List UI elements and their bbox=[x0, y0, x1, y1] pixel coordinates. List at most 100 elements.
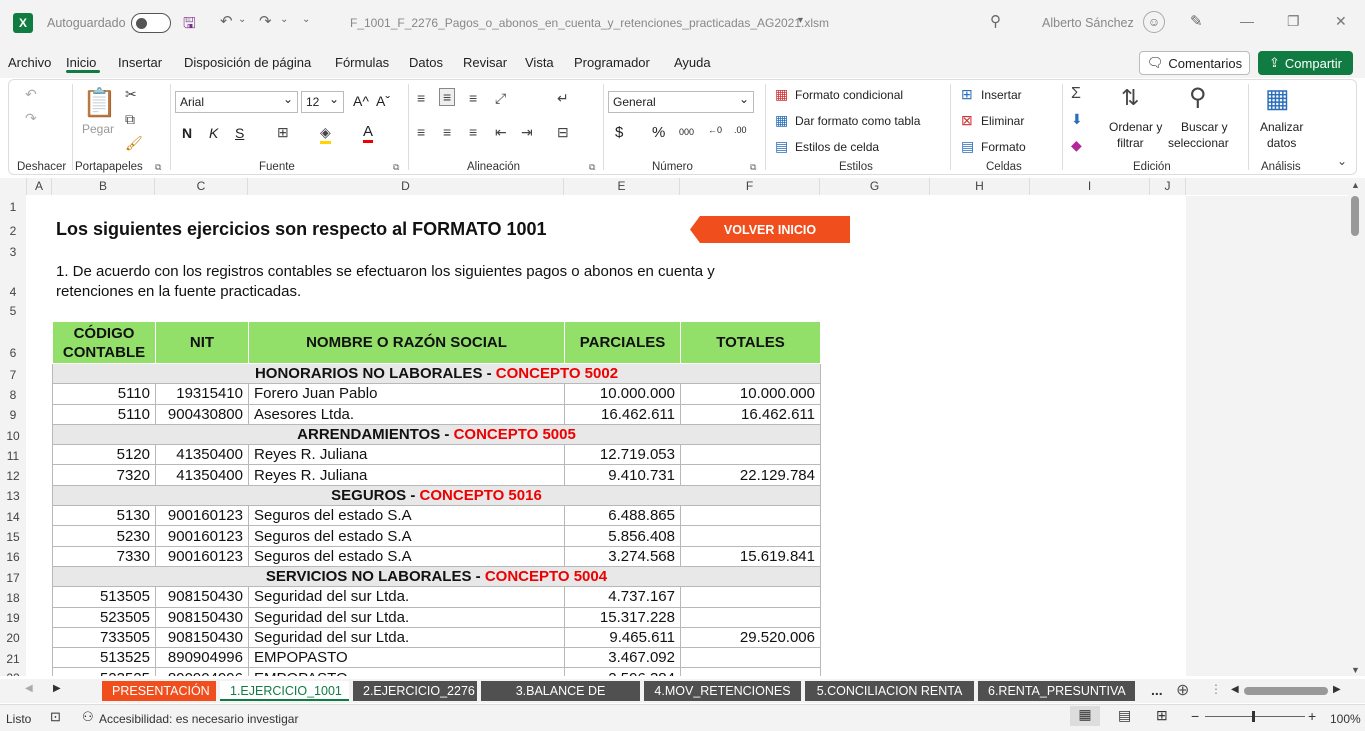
cell-total[interactable] bbox=[680, 606, 821, 628]
row-header[interactable]: 15 bbox=[0, 530, 26, 544]
menu-revisar[interactable]: Revisar bbox=[463, 55, 507, 70]
autosave-toggle[interactable] bbox=[131, 13, 171, 33]
row-header[interactable]: 14 bbox=[0, 510, 26, 524]
avatar[interactable]: ☺ bbox=[1143, 11, 1165, 33]
font-name-select[interactable]: Arial bbox=[175, 91, 298, 113]
split-handle-icon[interactable]: ⋮ bbox=[1210, 682, 1222, 696]
menu-ayuda[interactable]: Ayuda bbox=[674, 55, 711, 70]
font-size-select[interactable]: 12 bbox=[301, 91, 344, 113]
cell-nombre[interactable]: Seguridad del sur Ltda. bbox=[248, 626, 565, 649]
cell-codigo[interactable]: 733505 bbox=[52, 626, 156, 649]
section-title[interactable]: SEGUROS - CONCEPTO 5016 bbox=[52, 484, 821, 507]
row-header[interactable]: 17 bbox=[0, 571, 26, 585]
row-header[interactable]: 3 bbox=[0, 245, 26, 259]
bold-button[interactable]: N bbox=[182, 125, 192, 141]
paste-label[interactable]: Pegar bbox=[82, 122, 114, 136]
tab-presentacion[interactable]: PRESENTACIÓN bbox=[102, 681, 216, 701]
sort-filter-label-2[interactable]: filtrar bbox=[1117, 136, 1144, 150]
cell-parcial[interactable]: 16.462.611 bbox=[564, 403, 681, 425]
add-sheet-icon[interactable]: ⊕ bbox=[1176, 680, 1189, 700]
cell-nit[interactable]: 890904996 bbox=[155, 667, 249, 676]
minimize-icon[interactable]: — bbox=[1240, 13, 1254, 29]
col-header-a[interactable]: A bbox=[27, 178, 52, 195]
cell-total[interactable] bbox=[680, 667, 821, 676]
cell-total[interactable] bbox=[680, 444, 821, 466]
cell-codigo[interactable]: 523505 bbox=[52, 606, 156, 628]
cell-parcial[interactable]: 5.856.408 bbox=[564, 525, 681, 547]
col-header-b[interactable]: B bbox=[52, 178, 155, 195]
user-name[interactable]: Alberto Sánchez bbox=[1042, 16, 1134, 30]
vertical-scroll-thumb[interactable] bbox=[1351, 196, 1359, 236]
prev-sheet-icon[interactable]: ◀ bbox=[25, 683, 33, 694]
cell-total[interactable] bbox=[680, 525, 821, 547]
cell-parcial[interactable]: 12.719.053 bbox=[564, 444, 681, 466]
cell-nit[interactable]: 890904996 bbox=[155, 647, 249, 669]
menu-insertar[interactable]: Insertar bbox=[118, 55, 162, 70]
analyze-data-label-1[interactable]: Analizar bbox=[1260, 120, 1303, 134]
row-header[interactable]: 4 bbox=[0, 285, 26, 299]
wrap-text-icon[interactable]: ↵ bbox=[557, 90, 569, 107]
increase-indent-icon[interactable]: ⇥ bbox=[521, 124, 533, 141]
cell-nit[interactable]: 908150430 bbox=[155, 606, 249, 628]
cell-codigo[interactable]: 7320 bbox=[52, 464, 156, 486]
page-layout-icon[interactable]: ▤ bbox=[1118, 707, 1131, 724]
decrease-decimal-icon[interactable]: .00 bbox=[734, 125, 747, 135]
cell-parcial[interactable]: 4.737.167 bbox=[564, 586, 681, 608]
filename-dropdown-icon[interactable]: ▾ bbox=[798, 15, 803, 26]
ribbon-undo-icon[interactable]: ↶ bbox=[25, 86, 37, 103]
cell-nombre[interactable]: EMPOPASTO bbox=[248, 647, 565, 669]
decrease-font-icon[interactable]: Aˇ bbox=[376, 93, 390, 109]
cell-nombre[interactable]: Reyes R. Juliana bbox=[248, 464, 565, 486]
number-format-select[interactable]: General bbox=[608, 91, 754, 113]
menu-vista[interactable]: Vista bbox=[525, 55, 554, 70]
row-header[interactable]: 16 bbox=[0, 550, 26, 564]
cell-nombre[interactable]: Forero Juan Pablo bbox=[248, 383, 565, 405]
cell-codigo[interactable]: 7330 bbox=[52, 545, 156, 567]
cell-total[interactable]: 22.129.784 bbox=[680, 464, 821, 486]
align-center-icon[interactable]: ≡ bbox=[443, 124, 451, 140]
cell-total[interactable] bbox=[680, 647, 821, 669]
section-title[interactable]: SERVICIOS NO LABORALES - CONCEPTO 5004 bbox=[52, 565, 821, 588]
cell-total[interactable]: 10.000.000 bbox=[680, 383, 821, 405]
delete-cells-icon[interactable]: ⊠ bbox=[961, 112, 973, 129]
hscroll-right-icon[interactable]: ▶ bbox=[1333, 684, 1341, 695]
cut-icon[interactable]: ✂ bbox=[125, 86, 137, 103]
tab-ejercicio-2276[interactable]: 2.EJERCICIO_2276 bbox=[353, 681, 477, 701]
zoom-in-icon[interactable]: + bbox=[1308, 708, 1316, 724]
share-button[interactable]: ⇪ Compartir bbox=[1258, 51, 1353, 75]
cell-nit[interactable]: 900160123 bbox=[155, 525, 249, 547]
header-parciales[interactable]: PARCIALES bbox=[564, 321, 681, 364]
conditional-format-button[interactable]: Formato condicional bbox=[795, 88, 903, 102]
row-header[interactable]: 6 bbox=[0, 346, 26, 360]
header-totales[interactable]: TOTALES bbox=[680, 321, 821, 364]
cell-nit[interactable]: 900160123 bbox=[155, 505, 249, 527]
align-middle-icon[interactable]: ≡ bbox=[439, 88, 456, 106]
sort-filter-icon[interactable]: ⇅ bbox=[1121, 85, 1139, 111]
increase-decimal-icon[interactable]: ←0 bbox=[708, 125, 722, 135]
cell-parcial[interactable]: 10.000.000 bbox=[564, 383, 681, 405]
percent-icon[interactable]: % bbox=[652, 124, 665, 141]
col-header-f[interactable]: F bbox=[680, 178, 820, 195]
increase-font-icon[interactable]: A^ bbox=[353, 93, 369, 109]
scroll-down-icon[interactable]: ▼ bbox=[1351, 665, 1360, 675]
normal-view-icon[interactable]: ▦ bbox=[1070, 706, 1100, 726]
row-header[interactable]: 12 bbox=[0, 469, 26, 483]
cell-nit[interactable]: 900430800 bbox=[155, 403, 249, 425]
cell-total[interactable] bbox=[680, 505, 821, 527]
customize-toolbar-icon[interactable]: ⌄ bbox=[302, 14, 310, 25]
undo-icon[interactable]: ↶ bbox=[220, 12, 233, 30]
sort-filter-label-1[interactable]: Ordenar y bbox=[1109, 120, 1162, 134]
tab-renta-presuntiva[interactable]: 6.RENTA_PRESUNTIVA bbox=[978, 681, 1135, 701]
cell-parcial[interactable]: 3.274.568 bbox=[564, 545, 681, 567]
underline-button[interactable]: S bbox=[235, 125, 244, 141]
fill-color-icon[interactable]: ◈ bbox=[320, 124, 331, 144]
cell-nit[interactable]: 41350400 bbox=[155, 444, 249, 466]
col-header-c[interactable]: C bbox=[155, 178, 248, 195]
font-color-icon[interactable]: A bbox=[363, 123, 374, 143]
menu-disposicion[interactable]: Disposición de página bbox=[184, 55, 311, 70]
format-painter-icon[interactable]: 🖌 bbox=[125, 135, 143, 152]
row-header[interactable]: 7 bbox=[0, 368, 26, 382]
section-title[interactable]: HONORARIOS NO LABORALES - CONCEPTO 5002 bbox=[52, 362, 821, 385]
align-top-icon[interactable]: ≡ bbox=[417, 90, 425, 106]
zoom-level[interactable]: 100% bbox=[1330, 712, 1361, 726]
